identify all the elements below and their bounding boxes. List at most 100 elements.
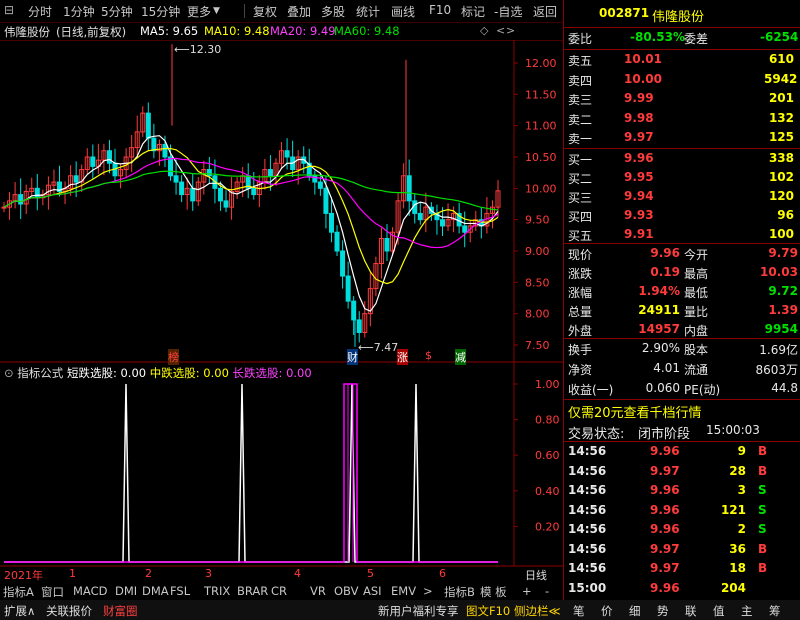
chevron-left-icon[interactable]: <: [496, 24, 505, 37]
panel-tab-value[interactable]: 值: [713, 603, 725, 619]
adjust-button[interactable]: 复权: [253, 3, 277, 20]
sidebar-toggle-button[interactable]: 侧边栏≪: [514, 603, 561, 619]
tab-more[interactable]: 更多: [187, 3, 211, 20]
quote-title: 002871 伟隆股份: [564, 4, 800, 26]
indicator-tab[interactable]: MACD: [73, 584, 107, 598]
indicator-title[interactable]: 指标公式: [17, 366, 63, 380]
candle-body: [406, 175, 412, 202]
mark-dollar[interactable]: $: [425, 349, 432, 362]
panel-tab-trades[interactable]: 笔: [573, 603, 585, 619]
trade-status-row: 交易状态: 闭市阶段 15:00:03: [564, 421, 800, 442]
indicator-tab[interactable]: VR: [310, 584, 326, 598]
tick-volume: 28: [729, 463, 746, 478]
ask-price: 9.99: [624, 91, 654, 105]
indicator-tab[interactable]: EMV: [391, 584, 416, 598]
expand-button[interactable]: 扩展∧: [4, 603, 35, 619]
panel-tab-trend[interactable]: 势: [657, 603, 669, 619]
mid-drop-label: 中跌选股: 0.00: [149, 366, 229, 380]
indicator-tab[interactable]: 指标A: [3, 584, 34, 600]
mark-bang[interactable]: 榜: [168, 349, 179, 365]
tab-5min[interactable]: 5分钟: [101, 3, 133, 20]
multi-stock-button[interactable]: 多股: [321, 3, 345, 20]
ask-volume: 125: [768, 130, 794, 144]
indicator-tab[interactable]: FSL: [170, 584, 190, 598]
f10-button[interactable]: F10: [429, 3, 451, 17]
ind-tick-label: 0.60: [535, 449, 560, 462]
bid-row: 买一 9.96 338: [564, 149, 800, 170]
indicator-tab[interactable]: +: [522, 584, 532, 598]
price-tick-label: 7.50: [525, 339, 550, 352]
period-label[interactable]: 日线: [525, 567, 547, 583]
x-year-label: 2021年: [4, 569, 43, 582]
overlay-button[interactable]: 叠加: [287, 3, 311, 20]
bid-price: 9.93: [624, 208, 654, 222]
f10-graphic-button[interactable]: 图文F10: [466, 603, 510, 619]
kline-chart[interactable]: 12.0011.5011.0010.5010.009.509.008.508.0…: [0, 40, 563, 582]
stat-value: 1.94%: [638, 284, 680, 298]
stats-button[interactable]: 统计: [356, 3, 380, 20]
chevron-down-icon[interactable]: ▼: [213, 6, 220, 16]
indicator-tab[interactable]: -: [545, 584, 549, 598]
mark-zhang[interactable]: 涨: [397, 349, 408, 365]
chevron-right-icon[interactable]: >: [506, 24, 515, 37]
ask-row: 卖五 10.01 610: [564, 50, 800, 71]
candle-body: [251, 187, 257, 196]
indicator-tab[interactable]: OBV: [334, 584, 358, 598]
mark-button[interactable]: 标记: [461, 3, 485, 20]
mark-cai[interactable]: 财: [347, 349, 358, 365]
mark-jian[interactable]: 减: [455, 349, 466, 365]
long-drop-label: 长跌选股: 0.00: [232, 366, 312, 380]
indicator-tab[interactable]: BRAR: [237, 584, 268, 598]
indicator-tab[interactable]: 指标B: [444, 584, 475, 600]
candle-body: [223, 200, 229, 208]
draw-line-button[interactable]: 画线: [391, 3, 415, 20]
candle-body: [317, 181, 323, 189]
diamond-icon[interactable]: ◇: [480, 24, 488, 37]
indicator-tab[interactable]: 模 板: [480, 584, 507, 600]
indicator-tab[interactable]: CR: [271, 584, 287, 598]
indicator-tab[interactable]: TRIX: [204, 584, 230, 598]
minimize-icon[interactable]: ⊟: [4, 3, 14, 17]
back-button[interactable]: 返回: [533, 3, 557, 20]
price-tick-label: 9.00: [525, 245, 550, 258]
chevron-down-icon[interactable]: ⊙: [4, 366, 14, 380]
indicator-tab[interactable]: >: [423, 584, 433, 598]
bid-volume: 120: [768, 189, 794, 203]
tick-row: 14:56 9.96 9 B: [564, 442, 800, 463]
new-user-benefit-link[interactable]: 新用户福利专享: [378, 603, 459, 619]
indicator-tab[interactable]: 窗口: [41, 584, 64, 600]
panel-tab-main[interactable]: 主: [741, 603, 753, 619]
related-quote-button[interactable]: 关联报价: [46, 603, 92, 619]
watchlist-remove-button[interactable]: -自选: [494, 3, 522, 20]
indicator-tab[interactable]: DMA: [142, 584, 169, 598]
panel-tab-price[interactable]: 价: [601, 603, 613, 619]
bid-volume: 338: [768, 151, 794, 165]
bid-price: 9.95: [624, 170, 654, 184]
ask-row: 卖一 9.97 125: [564, 128, 800, 149]
price-tick-label: 11.50: [525, 88, 557, 101]
ind-tick-label: 0.20: [535, 520, 560, 533]
fund-label: 收益(一): [568, 383, 614, 397]
tab-intraday[interactable]: 分时: [28, 3, 52, 20]
tick-row: 14:56 9.97 36 B: [564, 540, 800, 561]
panel-tab-related[interactable]: 联: [685, 603, 697, 619]
status-time: 15:00:03: [706, 423, 760, 437]
promo-row[interactable]: 仅需20元查看千档行情: [564, 400, 800, 421]
panel-tab-chips[interactable]: 筹: [769, 603, 781, 619]
candle-body: [417, 212, 423, 221]
ask-price: 10.01: [624, 52, 662, 66]
fund-value: 4.01: [653, 361, 680, 375]
fund-label: 净资: [568, 363, 593, 377]
bid-row: 买四 9.93 96: [564, 206, 800, 227]
tick-row: 14:56 9.97 18 B: [564, 559, 800, 580]
panel-tab-detail[interactable]: 细: [629, 603, 641, 619]
indicator-tab[interactable]: ASI: [363, 584, 382, 598]
candle-body: [323, 187, 329, 214]
tab-15min[interactable]: 15分钟: [141, 3, 180, 20]
bid-label: 买四: [568, 210, 593, 224]
promo-link[interactable]: 仅需20元查看千档行情: [568, 402, 702, 421]
wealth-circle-button[interactable]: 财富圈: [103, 603, 138, 619]
weicha-value: -6254: [760, 30, 799, 44]
tab-1min[interactable]: 1分钟: [63, 3, 95, 20]
indicator-tab[interactable]: DMI: [115, 584, 137, 598]
